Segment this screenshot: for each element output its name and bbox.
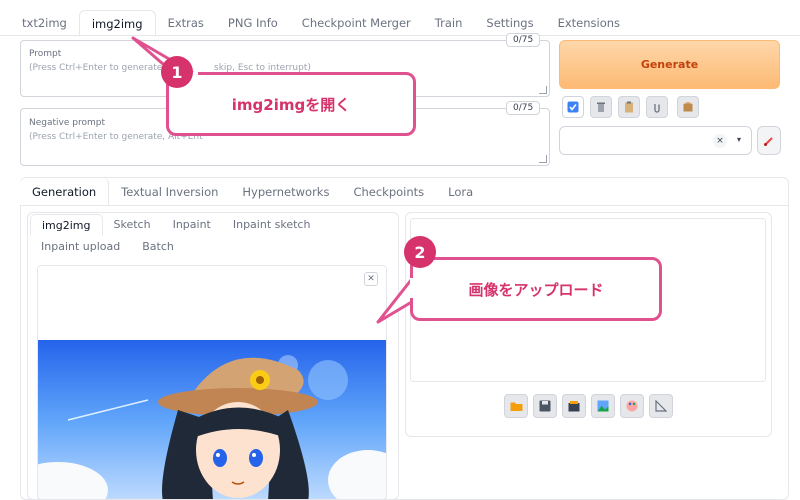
tab-hypernetworks[interactable]: Hypernetworks (230, 178, 341, 206)
uploaded-image (38, 340, 386, 499)
tab-img2img-mode[interactable]: img2img (30, 214, 103, 236)
paperclip-icon[interactable] (646, 96, 668, 118)
prompt-label: Prompt (29, 49, 62, 59)
zip-icon[interactable] (562, 394, 586, 418)
sub-tab-divider (20, 205, 789, 206)
tab-txt2img[interactable]: txt2img (10, 10, 79, 36)
image-icon[interactable] (591, 394, 615, 418)
paintbrush-icon[interactable] (757, 126, 781, 155)
tab-img2img[interactable]: img2img (78, 10, 156, 36)
tab-extras[interactable]: Extras (156, 10, 216, 36)
callout-step-2: 画像をアップロード (410, 257, 662, 321)
tab-sketch[interactable]: Sketch (103, 214, 162, 236)
tab-png-info[interactable]: PNG Info (216, 10, 290, 36)
clear-icon[interactable]: × (713, 134, 727, 148)
tab-inpaint-upload[interactable]: Inpaint upload (30, 236, 131, 258)
tab-checkpoint-merger[interactable]: Checkpoint Merger (290, 10, 423, 36)
tab-divider (0, 35, 800, 36)
tab-inpaint[interactable]: Inpaint (162, 214, 222, 236)
generate-button[interactable]: Generate (559, 40, 780, 89)
tab-batch[interactable]: Batch (131, 236, 185, 258)
package-icon[interactable] (677, 96, 699, 118)
tab-generation[interactable]: Generation (20, 178, 110, 206)
tab-textual-inversion[interactable]: Textual Inversion (109, 178, 230, 206)
styles-dropdown[interactable]: × ▾ (559, 126, 752, 155)
trash-icon[interactable] (590, 96, 612, 118)
prompt-token-counter: 0/75 (506, 33, 541, 47)
resize-handle[interactable] (539, 155, 547, 163)
step-badge-2: 2 (404, 236, 436, 268)
negative-prompt-label: Negative prompt (29, 118, 105, 128)
image-upload-area[interactable]: ✕ (37, 265, 387, 500)
sub-tab-bar: Generation Textual Inversion Hypernetwor… (20, 178, 485, 206)
chevron-down-icon[interactable]: ▾ (737, 135, 741, 144)
ruler-icon[interactable] (649, 394, 673, 418)
step-badge-1: 1 (161, 56, 193, 88)
tab-checkpoints[interactable]: Checkpoints (341, 178, 436, 206)
save-icon[interactable] (533, 394, 557, 418)
tab-lora[interactable]: Lora (436, 178, 485, 206)
clipboard-icon[interactable] (618, 96, 640, 118)
main-tab-bar: txt2img img2img Extras PNG Info Checkpoi… (10, 8, 800, 36)
folder-icon[interactable] (504, 394, 528, 418)
palette-icon[interactable] (620, 394, 644, 418)
tab-train[interactable]: Train (423, 10, 475, 36)
check-square-icon[interactable] (562, 96, 584, 118)
tab-inpaint-sketch[interactable]: Inpaint sketch (222, 214, 322, 236)
callout-step-1: img2imgを開く (166, 72, 416, 136)
mode-tab-bar: img2img Sketch Inpaint Inpaint sketch In… (30, 214, 396, 258)
resize-handle[interactable] (539, 86, 547, 94)
negative-prompt-token-counter: 0/75 (506, 101, 541, 115)
close-icon[interactable]: ✕ (364, 272, 378, 286)
prompt-placeholder: (Press Ctrl+Enter to generate, Al (29, 63, 177, 73)
tab-extensions[interactable]: Extensions (546, 10, 632, 36)
